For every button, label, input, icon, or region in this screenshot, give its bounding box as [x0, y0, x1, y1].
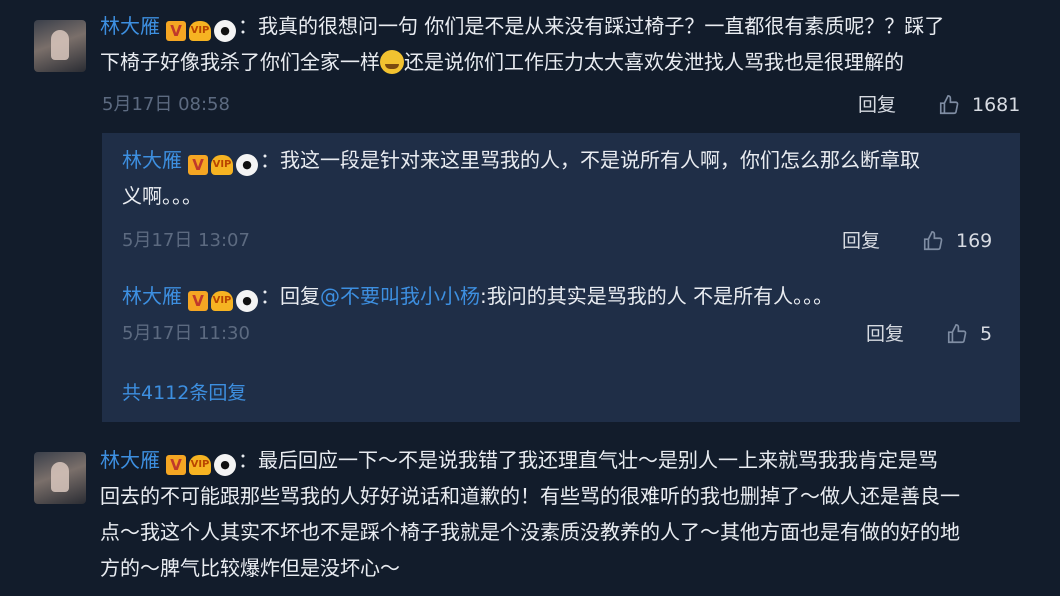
- reply-text: 义啊。。。: [122, 184, 202, 208]
- comment-2: 林大雁 V VIP ● ：最后回应一下～不是说我错了我还理直气壮～是别人一上来就骂我我肯…: [100, 442, 1030, 586]
- vip-crown-icon: VIP: [189, 455, 211, 475]
- thumbs-up-icon: [947, 324, 967, 344]
- avatar[interactable]: [34, 452, 86, 504]
- comment-line: 林大雁 V VIP ● ：我真的很想问一句 你们是不是从来没有踩过椅子？一直都很有素质呢…: [100, 8, 1030, 44]
- comment-text: ：最后回应一下～不是说我错了我还理直气壮～是别人一上来就骂我我肯定是骂: [238, 448, 938, 472]
- comment-line: 林大雁 V VIP ● ：最后回应一下～不是说我错了我还理直气壮～是别人一上来就骂我我肯…: [100, 442, 1030, 478]
- reply-button[interactable]: 回复: [858, 90, 896, 120]
- like-button[interactable]: 169: [922, 226, 992, 256]
- like-button[interactable]: 1681: [938, 90, 1020, 120]
- comment-text: 还是说你们工作压力太大喜欢发泄找人骂我也是很理解的: [404, 50, 904, 74]
- timestamp: 5月17日 08:58: [102, 94, 230, 115]
- reply-text: ：我这一段是针对来这里骂我的人，不是说所有人啊，你们怎么那么断章取: [260, 148, 920, 172]
- panda-icon: ●: [236, 290, 258, 312]
- comment-text: 下椅子好像我杀了你们全家一样: [100, 50, 380, 74]
- reply-text: :我问的其实是骂我的人 不是所有人。。。: [480, 284, 834, 308]
- badge-group: V VIP ●: [188, 290, 258, 312]
- thumbs-up-icon: [939, 95, 959, 115]
- like-count: 169: [956, 230, 993, 252]
- vip-crown-icon: VIP: [189, 21, 211, 41]
- reply-line: 义啊。。。: [122, 178, 1030, 214]
- verified-v-icon: V: [166, 21, 186, 41]
- comment-line: 点～我这个人其实不坏也不是踩个椅子我就是个没素质没教养的人了～其他方面也是有做的…: [100, 520, 960, 544]
- comment-1: 林大雁 V VIP ● ：我真的很想问一句 你们是不是从来没有踩过椅子？一直都很有素质呢…: [100, 8, 1030, 80]
- panda-icon: ●: [214, 20, 236, 42]
- vip-crown-icon: VIP: [211, 155, 233, 175]
- reply-2: 林大雁 V VIP ● ：回复@不要叫我小小杨:我问的其实是骂我的人 不是所有人。。。: [122, 278, 1030, 314]
- reply-prefix: ：回复: [260, 284, 320, 308]
- comment-line: 回去的不可能跟那些骂我的人好好说话和道歉的！有些骂的很难听的我也删掉了～做人还是…: [100, 484, 960, 508]
- view-all-replies-link[interactable]: 共4112条回复: [122, 378, 246, 405]
- verified-v-icon: V: [166, 455, 186, 475]
- panda-icon: ●: [236, 154, 258, 176]
- reply-button[interactable]: 回复: [842, 226, 880, 256]
- like-button[interactable]: 5: [946, 319, 992, 349]
- badge-group: V VIP ●: [166, 454, 236, 476]
- verified-v-icon: V: [188, 155, 208, 175]
- comment-line: 下椅子好像我杀了你们全家一样 还是说你们工作压力太大喜欢发泄找人骂我也是很理解的: [100, 44, 1030, 80]
- username-link[interactable]: 林大雁: [100, 448, 160, 472]
- thumbs-up-icon: [923, 231, 943, 251]
- badge-group: V VIP ●: [166, 20, 236, 42]
- reply-button[interactable]: 回复: [866, 319, 904, 349]
- timestamp: 5月17日 13:07: [122, 230, 250, 251]
- vip-crown-icon: VIP: [211, 291, 233, 311]
- reply-line: 林大雁 V VIP ● ：回复@不要叫我小小杨:我问的其实是骂我的人 不是所有人。。。: [122, 278, 1030, 314]
- like-count: 5: [980, 323, 993, 345]
- comment-line: 方的～脾气比较爆炸但是没坏心～: [100, 556, 400, 580]
- reply-1: 林大雁 V VIP ● ：我这一段是针对来这里骂我的人，不是说所有人啊，你们怎么那么断章…: [122, 142, 1030, 214]
- reply-line: 林大雁 V VIP ● ：我这一段是针对来这里骂我的人，不是说所有人啊，你们怎么那么断章…: [122, 142, 1030, 178]
- username-link[interactable]: 林大雁: [100, 14, 160, 38]
- like-count: 1681: [972, 94, 1021, 116]
- mention-link[interactable]: @不要叫我小小杨: [320, 284, 480, 308]
- badge-group: V VIP ●: [188, 154, 258, 176]
- laughing-emoji-icon: [380, 50, 404, 74]
- username-link[interactable]: 林大雁: [122, 284, 182, 308]
- panda-icon: ●: [214, 454, 236, 476]
- timestamp: 5月17日 11:30: [122, 323, 250, 344]
- comment-text: ：我真的很想问一句 你们是不是从来没有踩过椅子？一直都很有素质呢？？踩了: [238, 14, 945, 38]
- username-link[interactable]: 林大雁: [122, 148, 182, 172]
- verified-v-icon: V: [188, 291, 208, 311]
- avatar[interactable]: [34, 20, 86, 72]
